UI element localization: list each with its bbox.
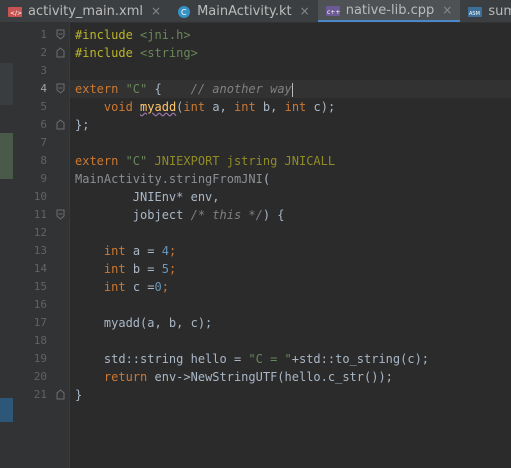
line-number: 7: [40, 136, 47, 149]
tab-activity-main-xml[interactable]: </> activity_main.xml ×: [0, 0, 169, 22]
close-tab-icon[interactable]: ×: [300, 4, 310, 18]
code-line: }: [75, 388, 83, 402]
close-tab-icon[interactable]: ×: [442, 3, 452, 17]
line-number: 10: [33, 190, 47, 203]
fold-marker-icon[interactable]: [56, 119, 65, 130]
tab-label: native-lib.cpp: [345, 2, 435, 18]
tab-label: sum.s: [488, 3, 511, 19]
tab-sum-s[interactable]: ASM sum.s: [460, 0, 511, 22]
tab-mainactivity-kt[interactable]: C MainActivity.kt ×: [169, 0, 318, 22]
line-number: 9: [40, 172, 47, 185]
code-line: #include <string>: [75, 46, 198, 60]
line-number: 5: [40, 100, 47, 113]
code-line: myadd(a, b, c);: [75, 316, 213, 330]
svg-text:</>: </>: [10, 10, 22, 17]
code-line: #include <jni.h>: [75, 28, 191, 42]
fold-marker-icon[interactable]: [56, 47, 65, 58]
svg-text:C: C: [181, 8, 187, 17]
line-number: 11: [33, 208, 47, 221]
line-number: 16: [33, 298, 47, 311]
asm-file-icon: ASM: [468, 5, 483, 18]
cpp-file-icon: c++: [325, 4, 340, 17]
text-caret: [291, 82, 293, 97]
strip-marker: [0, 63, 13, 105]
line-number: 15: [33, 280, 47, 293]
xml-file-icon: </>: [8, 5, 22, 18]
left-tool-strip: [0, 23, 13, 468]
line-number: 20: [33, 370, 47, 383]
line-number: 19: [33, 352, 47, 365]
line-number-gutter[interactable]: 1 2 3 4 5 6 7 8 9 10 11 12 13 14 15 16 1…: [13, 23, 70, 468]
tab-label: activity_main.xml: [28, 3, 144, 19]
code-line: return env->NewStringUTF(hello.c_str());: [103, 370, 393, 384]
line-number: 13: [33, 244, 47, 257]
svg-text:ASM: ASM: [469, 11, 480, 17]
line-number: 14: [33, 262, 47, 275]
code-line: MainActivity.stringFromJNI(: [75, 172, 271, 186]
fold-marker-icon[interactable]: [56, 389, 65, 400]
line-number: 8: [40, 154, 47, 167]
code-line: int a = 4;: [103, 244, 177, 258]
close-tab-icon[interactable]: ×: [151, 4, 161, 18]
code-line: JNIEnv* env,: [75, 190, 220, 204]
fold-marker-icon[interactable]: [56, 209, 65, 220]
line-number: 1: [40, 28, 47, 41]
code-editor[interactable]: #include <jni.h> #include <string> exter…: [70, 23, 511, 468]
line-number: 18: [33, 334, 47, 347]
code-line: void myadd(int a, int b, int c);: [103, 100, 336, 114]
code-line: int b = 5;: [103, 262, 177, 276]
line-number: 4: [40, 82, 47, 95]
line-number: 21: [33, 388, 47, 401]
svg-text:c++: c++: [327, 9, 340, 16]
tab-label: MainActivity.kt: [197, 3, 292, 19]
code-line: extern "C" JNIEXPORT jstring JNICALL: [75, 154, 336, 168]
kotlin-class-icon: C: [177, 5, 191, 18]
fold-marker-icon[interactable]: [56, 83, 65, 94]
line-number: 12: [33, 226, 47, 239]
code-line: int c =0;: [103, 280, 169, 294]
tab-native-lib-cpp[interactable]: c++ native-lib.cpp ×: [317, 0, 461, 22]
editor-tab-bar: </> activity_main.xml × C MainActivity.k…: [0, 0, 511, 23]
strip-marker: [0, 398, 13, 422]
line-number: 17: [33, 316, 47, 329]
code-line: };: [75, 118, 90, 132]
fold-marker-icon[interactable]: [56, 29, 65, 40]
line-number: 2: [40, 46, 47, 59]
line-number: 3: [40, 64, 47, 77]
strip-marker: [0, 133, 13, 179]
code-line: jobject /* this */) {: [75, 208, 285, 222]
code-line: extern "C" { // another way: [75, 82, 293, 97]
code-line: std::string hello = "C = "+std::to_strin…: [75, 352, 430, 366]
line-number: 6: [40, 118, 47, 131]
